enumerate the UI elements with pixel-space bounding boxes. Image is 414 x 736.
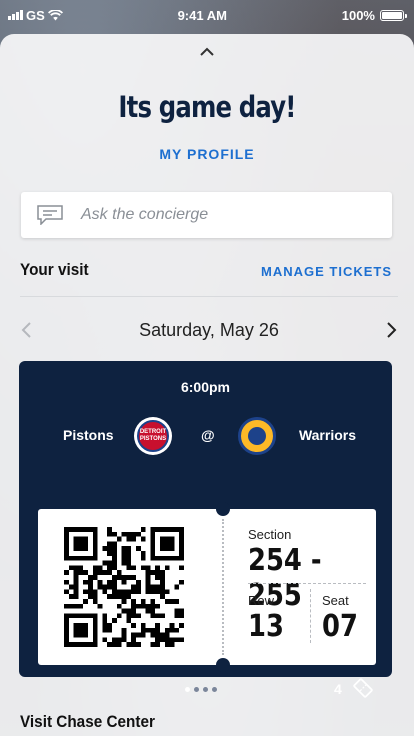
- chevron-up-icon[interactable]: [199, 46, 215, 58]
- status-bar: GS 9:41 AM 100%: [0, 0, 414, 30]
- pistons-logo: DETROIT PISTONS: [134, 417, 172, 455]
- manage-tickets-link[interactable]: MANAGE TICKETS: [261, 264, 392, 279]
- page-title: Its game day!: [118, 90, 296, 124]
- ticket-notch: [216, 658, 230, 672]
- ticket-card[interactable]: 6:00pm Pistons DETROIT PISTONS @ Warrior…: [19, 361, 392, 698]
- ticket-notch: [216, 502, 230, 516]
- my-profile-link[interactable]: MY PROFILE: [0, 146, 414, 162]
- warriors-logo: [238, 417, 276, 455]
- status-left: GS: [8, 8, 63, 23]
- wifi-icon: [47, 9, 63, 20]
- ticket-stub: Section 254 - 255 Row 13 Seat 07: [38, 502, 376, 672]
- chevron-left-icon[interactable]: [20, 321, 34, 339]
- perforation-line: [222, 519, 224, 655]
- status-right: 100%: [341, 7, 407, 23]
- your-visit-heading: Your visit: [20, 260, 89, 279]
- row-value: 13: [248, 609, 284, 644]
- page-dot[interactable]: [203, 687, 208, 692]
- battery-percent: 100%: [341, 7, 375, 23]
- status-time: 9:41 AM: [177, 7, 227, 23]
- row-label: Row: [248, 593, 275, 608]
- seat-value: 07: [322, 609, 358, 644]
- ticket-icon[interactable]: [352, 677, 374, 699]
- ticket-count: 4: [334, 681, 342, 697]
- qr-code: [64, 527, 184, 647]
- battery-icon: [379, 9, 407, 21]
- concierge-input[interactable]: Ask the concierge: [21, 192, 392, 238]
- page-indicator[interactable]: [185, 687, 217, 692]
- bottom-sheet: Its game day! MY PROFILE Ask the concier…: [0, 34, 414, 736]
- visit-chase-center-heading: Visit Chase Center: [20, 712, 155, 731]
- selected-date: Saturday, May 26: [139, 319, 279, 340]
- home-team-name: Pistons: [63, 427, 114, 443]
- chevron-right-icon[interactable]: [384, 321, 398, 339]
- divider: [20, 296, 398, 297]
- away-team-name: Warriors: [298, 427, 356, 443]
- page-dot[interactable]: [194, 687, 199, 692]
- page-dot[interactable]: [212, 687, 217, 692]
- page-dot[interactable]: [185, 687, 190, 692]
- date-selector: Saturday, May 26: [20, 316, 398, 344]
- seat-divider: [248, 583, 366, 584]
- game-time: 6:00pm: [180, 379, 231, 395]
- seat-divider: [310, 589, 311, 643]
- chat-bubble-icon: [37, 205, 63, 225]
- carrier-label: GS: [26, 7, 45, 23]
- concierge-placeholder: Ask the concierge: [81, 206, 209, 223]
- versus-separator: @: [201, 427, 215, 443]
- seat-label: Seat: [322, 593, 349, 608]
- signal-icon: [8, 10, 23, 20]
- section-label: Section: [248, 527, 292, 542]
- pistons-logo-text: DETROIT PISTONS: [137, 420, 169, 452]
